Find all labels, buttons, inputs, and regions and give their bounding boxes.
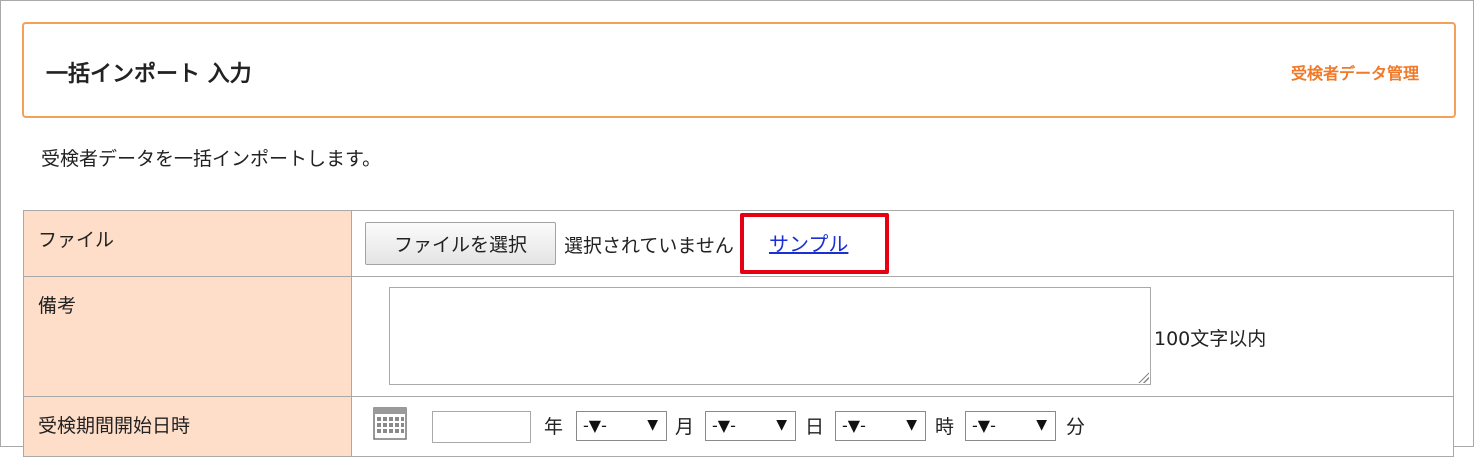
chevron-down-icon: ▼: [647, 417, 658, 433]
page-header: 一括インポート 入力 受検者データ管理: [22, 22, 1456, 118]
form-row-note: 備考 100文字以内: [23, 276, 1454, 397]
hour-select[interactable]: -▼- ▼: [835, 411, 926, 441]
file-status-text: 選択されていません: [564, 235, 734, 257]
minute-select[interactable]: -▼- ▼: [965, 411, 1056, 441]
day-select-value: -▼-: [712, 416, 736, 435]
form-row-file: ファイル ファイルを選択 選択されていません サンプル: [23, 210, 1454, 277]
calendar-icon[interactable]: [372, 405, 408, 441]
month-select[interactable]: -▼- ▼: [576, 411, 667, 441]
chevron-down-icon: ▼: [1036, 417, 1047, 433]
choose-file-button[interactable]: ファイルを選択: [365, 222, 556, 265]
page-description: 受検者データを一括インポートします。: [41, 148, 382, 170]
field-label-file: ファイル: [23, 210, 352, 277]
page-frame: 一括インポート 入力 受検者データ管理 受検者データを一括インポートします。 フ…: [0, 0, 1474, 457]
page-title: 一括インポート 入力: [46, 62, 252, 87]
chevron-down-icon: ▼: [776, 417, 787, 433]
sample-link[interactable]: サンプル: [769, 228, 848, 257]
form-row-start-datetime: 受検期間開始日時 年 -▼- ▼ 月 -▼- ▼ 日 -▼- ▼ 時 -▼- ▼…: [23, 396, 1454, 457]
hour-select-value: -▼-: [842, 416, 866, 435]
day-unit-label: 日: [805, 416, 825, 438]
hour-unit-label: 時: [935, 416, 955, 438]
note-textarea[interactable]: [389, 287, 1151, 385]
day-select[interactable]: -▼- ▼: [705, 411, 796, 441]
field-label-start-datetime: 受検期間開始日時: [23, 396, 352, 457]
resize-grip-icon[interactable]: [1137, 371, 1149, 383]
import-form-table: ファイル ファイルを選択 選択されていません サンプル 備考 100文字以内 受…: [23, 210, 1454, 457]
field-value-file: ファイルを選択 選択されていません サンプル: [351, 210, 1454, 277]
year-unit-label: 年: [544, 416, 564, 438]
field-value-start-datetime: 年 -▼- ▼ 月 -▼- ▼ 日 -▼- ▼ 時 -▼- ▼ 分: [351, 396, 1454, 457]
month-select-value: -▼-: [583, 416, 607, 435]
section-link-examinee-data[interactable]: 受検者データ管理: [1291, 60, 1419, 84]
minute-unit-label: 分: [1066, 416, 1086, 438]
year-input[interactable]: [432, 411, 531, 443]
chevron-down-icon: ▼: [906, 417, 917, 433]
minute-select-value: -▼-: [972, 416, 996, 435]
note-char-limit-hint: 100文字以内: [1154, 328, 1267, 350]
month-unit-label: 月: [675, 416, 695, 438]
field-value-note: 100文字以内: [351, 276, 1454, 397]
field-label-note: 備考: [23, 276, 352, 397]
